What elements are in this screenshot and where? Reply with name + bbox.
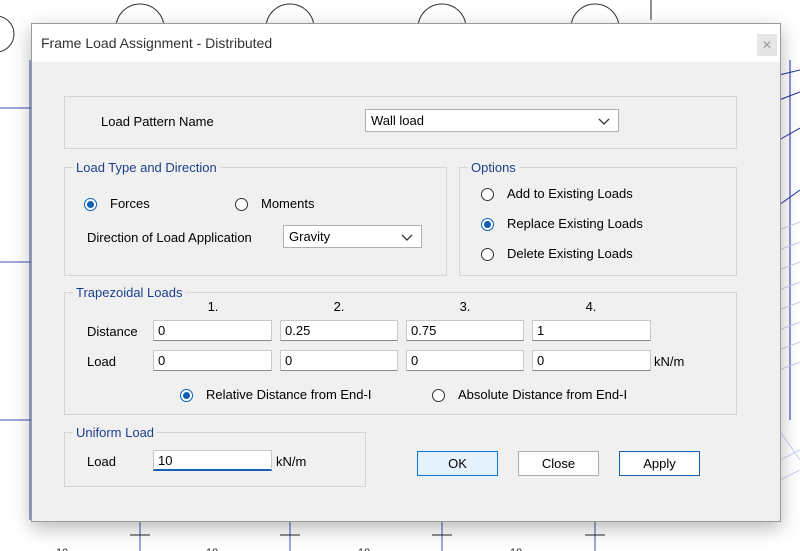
load-input-2[interactable] — [280, 350, 398, 371]
trapezoidal-group-label: Trapezoidal Loads — [73, 285, 186, 300]
tick-label: 10 — [56, 547, 68, 551]
close-window-button[interactable]: ✕ — [757, 34, 777, 56]
tick-label: 10 — [358, 547, 370, 551]
trapezoidal-unit-label: kN/m — [654, 354, 685, 369]
ok-button[interactable]: OK — [417, 451, 498, 476]
moments-radio[interactable] — [235, 198, 248, 211]
uniform-load-label: Load — [87, 454, 116, 469]
uniform-load-group-label: Uniform Load — [73, 425, 158, 440]
column-header-1: 1. — [207, 299, 219, 314]
distance-row-label: Distance — [87, 324, 138, 339]
title-bar[interactable]: Frame Load Assignment - Distributed ✕ — [32, 24, 780, 62]
add-to-existing-label: Add to Existing Loads — [507, 186, 633, 201]
relative-distance-label: Relative Distance from End-I — [206, 387, 372, 402]
absolute-distance-label: Absolute Distance from End-I — [458, 387, 628, 402]
column-header-4: 4. — [585, 299, 597, 314]
tick-label: 10 — [510, 547, 522, 551]
ok-button-label: OK — [448, 456, 467, 471]
load-pattern-select[interactable]: Wall load — [365, 109, 619, 132]
replace-existing-radio[interactable] — [481, 218, 494, 231]
distance-input-2[interactable] — [280, 320, 398, 341]
load-input-4[interactable] — [532, 350, 651, 371]
load-type-group: Load Type and Direction — [64, 160, 447, 276]
relative-distance-radio[interactable] — [180, 389, 193, 402]
column-header-3: 3. — [459, 299, 471, 314]
apply-button-label: Apply — [643, 456, 676, 471]
load-pattern-value: Wall load — [371, 113, 424, 128]
frame-load-dialog: Frame Load Assignment - Distributed ✕ Lo… — [31, 23, 781, 522]
replace-existing-label: Replace Existing Loads — [507, 216, 643, 231]
forces-label: Forces — [110, 196, 150, 211]
chevron-down-icon — [401, 234, 413, 241]
close-button-label: Close — [541, 456, 576, 471]
grid-bubble — [0, 15, 15, 53]
window-title: Frame Load Assignment - Distributed — [41, 35, 273, 51]
tick-label: 10 — [206, 547, 218, 551]
distance-input-3[interactable] — [406, 320, 524, 341]
distance-input-4[interactable] — [532, 320, 651, 341]
load-type-group-label: Load Type and Direction — [73, 160, 220, 175]
close-button[interactable]: Close — [518, 451, 599, 476]
load-row-label: Load — [87, 354, 116, 369]
direction-select[interactable]: Gravity — [283, 225, 422, 248]
load-input-3[interactable] — [406, 350, 524, 371]
load-pattern-label: Load Pattern Name — [101, 114, 214, 129]
column-header-2: 2. — [333, 299, 345, 314]
uniform-load-unit-label: kN/m — [276, 454, 307, 469]
moments-label: Moments — [261, 196, 315, 211]
apply-button[interactable]: Apply — [619, 451, 700, 476]
direction-value: Gravity — [289, 229, 331, 244]
close-icon: ✕ — [761, 38, 773, 52]
chevron-down-icon — [598, 118, 610, 125]
uniform-load-input[interactable] — [153, 450, 272, 471]
load-input-1[interactable] — [153, 350, 272, 371]
delete-existing-label: Delete Existing Loads — [507, 246, 633, 261]
options-group-label: Options — [468, 160, 519, 175]
absolute-distance-radio[interactable] — [432, 389, 445, 402]
delete-existing-radio[interactable] — [481, 248, 494, 261]
forces-radio[interactable] — [84, 198, 97, 211]
add-to-existing-radio[interactable] — [481, 188, 494, 201]
direction-label: Direction of Load Application — [87, 230, 252, 245]
distance-input-1[interactable] — [153, 320, 272, 341]
